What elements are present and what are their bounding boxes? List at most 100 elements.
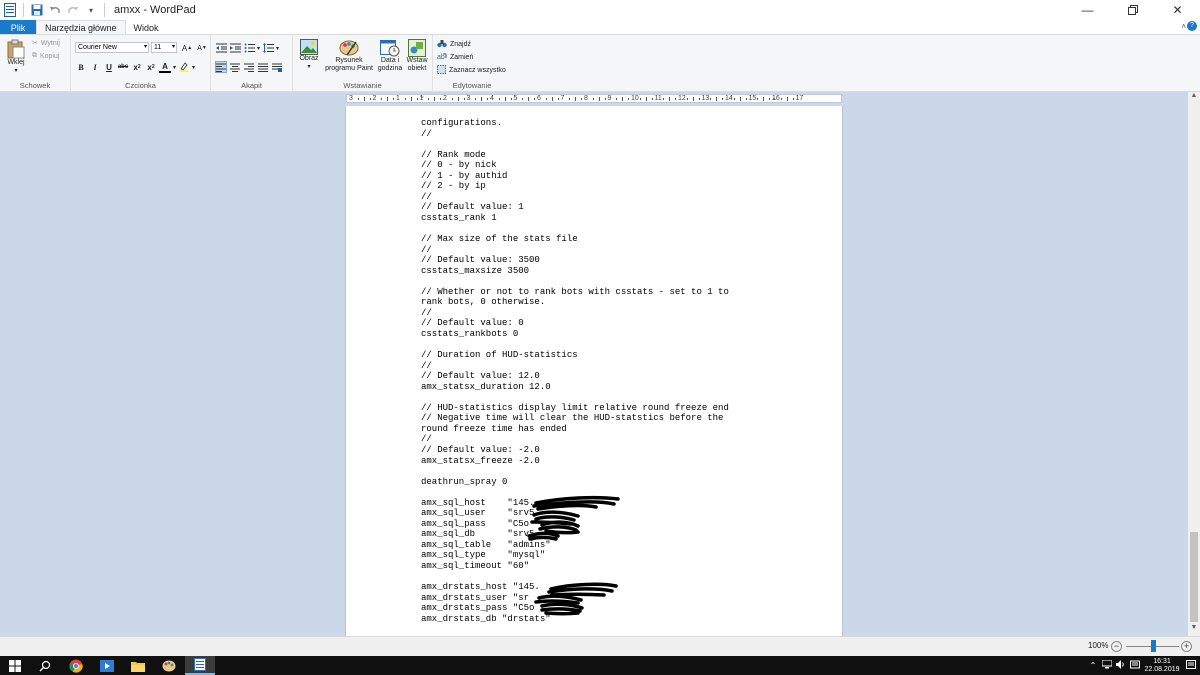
document-line[interactable]: // — [421, 308, 729, 319]
ruler[interactable]: ⌄ ⌃ 3 2 1 1 2 3 4 5 6 7 8 9 10 11 12 13 14 15 16 17 — [346, 93, 842, 105]
chevron-down-icon[interactable]: ▾ — [257, 45, 260, 52]
grow-font-icon[interactable]: A ▲ — [181, 42, 193, 54]
document-line[interactable]: // Rank mode — [421, 150, 729, 161]
document-line[interactable] — [421, 339, 729, 350]
wordpad-taskbar-button[interactable] — [185, 656, 215, 675]
document-line[interactable]: amx_sql_timeout "60" — [421, 561, 729, 572]
align-center-icon[interactable] — [229, 61, 241, 73]
close-button[interactable]: ✕ — [1155, 0, 1200, 20]
find-button[interactable]: Znajdź — [437, 39, 471, 50]
wordpad-app-icon[interactable] — [2, 2, 18, 18]
highlight-color-icon[interactable] — [178, 61, 190, 73]
document-line[interactable]: amx_drstats_pass "C5o — [421, 603, 729, 614]
document-line[interactable]: // Default value: -2.0 — [421, 445, 729, 456]
align-right-icon[interactable] — [243, 61, 255, 73]
strikethrough-icon[interactable]: abc — [117, 61, 129, 73]
insert-paint-drawing-button[interactable]: Rysunek programu Paint — [323, 39, 375, 73]
chevron-down-icon[interactable]: ▾ — [192, 64, 195, 71]
vertical-scrollbar[interactable]: ▲ ▼ — [1188, 92, 1200, 636]
document-line[interactable]: // 2 - by ip — [421, 181, 729, 192]
increase-indent-icon[interactable] — [229, 42, 241, 54]
minimize-button[interactable]: — — [1065, 0, 1110, 20]
network-icon[interactable] — [1100, 659, 1114, 671]
document-line[interactable]: amx_sql_pass "C5o — [421, 519, 729, 530]
document-page[interactable]: configurations.//// Rank mode// 0 - by n… — [346, 106, 842, 636]
redo-icon[interactable] — [65, 2, 81, 18]
document-line[interactable]: // Max size of the stats file — [421, 234, 729, 245]
scroll-up-icon[interactable]: ▲ — [1188, 92, 1200, 104]
volume-icon[interactable] — [1114, 660, 1128, 671]
paragraph-settings-icon[interactable] — [271, 61, 283, 73]
justify-icon[interactable] — [257, 61, 269, 73]
document-line[interactable] — [421, 139, 729, 150]
zoom-out-button[interactable]: − — [1111, 641, 1122, 652]
document-line[interactable]: // Default value: 0 — [421, 318, 729, 329]
document-line[interactable]: // Whether or not to rank bots with csst… — [421, 287, 729, 298]
document-line[interactable] — [421, 487, 729, 498]
document-line[interactable]: // — [421, 129, 729, 140]
document-line[interactable]: // 0 - by nick — [421, 160, 729, 171]
document-line[interactable]: // — [421, 192, 729, 203]
document-line[interactable] — [421, 392, 729, 403]
file-explorer-taskbar-button[interactable] — [123, 656, 153, 675]
bullets-icon[interactable] — [243, 42, 255, 54]
font-size-select[interactable]: 11 ▾ — [151, 42, 177, 53]
chevron-down-icon[interactable]: ▾ — [276, 45, 279, 52]
document-line[interactable]: amx_drstats_host "145. — [421, 582, 729, 593]
language-icon[interactable] — [1128, 660, 1142, 671]
zoom-in-button[interactable]: + — [1181, 641, 1192, 652]
select-all-button[interactable]: Zaznacz wszystko — [437, 65, 506, 76]
document-line[interactable]: // 1 - by authid — [421, 171, 729, 182]
save-icon[interactable] — [29, 2, 45, 18]
scroll-down-icon[interactable]: ▼ — [1188, 624, 1200, 636]
italic-icon[interactable]: I — [89, 61, 101, 73]
document-line[interactable]: // — [421, 245, 729, 256]
document-line[interactable]: amx_drstats_user "sr — [421, 593, 729, 604]
insert-object-button[interactable]: Wstaw obiekt — [403, 39, 431, 73]
tab-home[interactable]: Narzędzia główne — [36, 20, 126, 35]
undo-icon[interactable] — [47, 2, 63, 18]
chevron-down-icon[interactable]: ▾ — [173, 64, 176, 71]
document-line[interactable]: amx_sql_host "145. — [421, 498, 729, 509]
document-line[interactable]: amx_sql_user "srv5 — [421, 508, 729, 519]
document-line[interactable]: amx_statsx_duration 12.0 — [421, 382, 729, 393]
document-line[interactable]: round freeze time has ended — [421, 424, 729, 435]
cut-button[interactable]: ✂ Wytnij — [32, 39, 60, 48]
document-line[interactable]: // Default value: 3500 — [421, 255, 729, 266]
scrollbar-thumb[interactable] — [1190, 532, 1198, 622]
font-color-icon[interactable]: A — [159, 61, 171, 73]
zoom-slider-thumb[interactable] — [1151, 640, 1156, 652]
maximize-button[interactable] — [1110, 0, 1155, 20]
insert-picture-button[interactable]: Obraz ▾ — [297, 39, 321, 71]
tab-view[interactable]: Widok — [126, 20, 167, 35]
document-text[interactable]: configurations.//// Rank mode// 0 - by n… — [421, 118, 729, 624]
document-line[interactable]: csstats_rank 1 — [421, 213, 729, 224]
start-button[interactable] — [0, 656, 30, 675]
underline-icon[interactable]: U — [103, 61, 115, 73]
replace-button[interactable]: ab Zamień — [437, 52, 473, 63]
chrome-taskbar-button[interactable] — [61, 656, 91, 675]
paste-button[interactable]: Wklej ▾ — [4, 39, 28, 75]
document-line[interactable]: // Duration of HUD-statistics — [421, 350, 729, 361]
document-line[interactable]: amx_sql_table "admins" — [421, 540, 729, 551]
search-button[interactable] — [30, 656, 60, 675]
copy-button[interactable]: ⧉ Kopiuj — [32, 52, 59, 60]
document-line[interactable]: amx_sql_type "mysql" — [421, 550, 729, 561]
show-hidden-icons-icon[interactable]: ⌃ — [1086, 661, 1100, 670]
superscript-icon[interactable]: x2 — [145, 61, 157, 73]
shrink-font-icon[interactable]: A ▼ — [196, 42, 208, 54]
document-line[interactable]: csstats_maxsize 3500 — [421, 266, 729, 277]
bold-icon[interactable]: B — [75, 61, 87, 73]
collapse-ribbon-icon[interactable]: ˄ — [1181, 22, 1186, 31]
clock[interactable]: 16:31 22.08.2019 — [1142, 658, 1182, 674]
document-line[interactable]: // Default value: 1 — [421, 202, 729, 213]
paint-taskbar-button[interactable] — [154, 656, 184, 675]
line-spacing-icon[interactable] — [262, 42, 274, 54]
document-line[interactable]: amx_drstats_db "drstats" — [421, 614, 729, 625]
document-line[interactable]: deathrun_spray 0 — [421, 477, 729, 488]
document-line[interactable]: configurations. — [421, 118, 729, 129]
document-line[interactable] — [421, 466, 729, 477]
document-line[interactable]: // Negative time will clear the HUD-stat… — [421, 413, 729, 424]
document-line[interactable]: amx_sql_db "srv5 — [421, 529, 729, 540]
document-line[interactable]: rank bots, 0 otherwise. — [421, 297, 729, 308]
